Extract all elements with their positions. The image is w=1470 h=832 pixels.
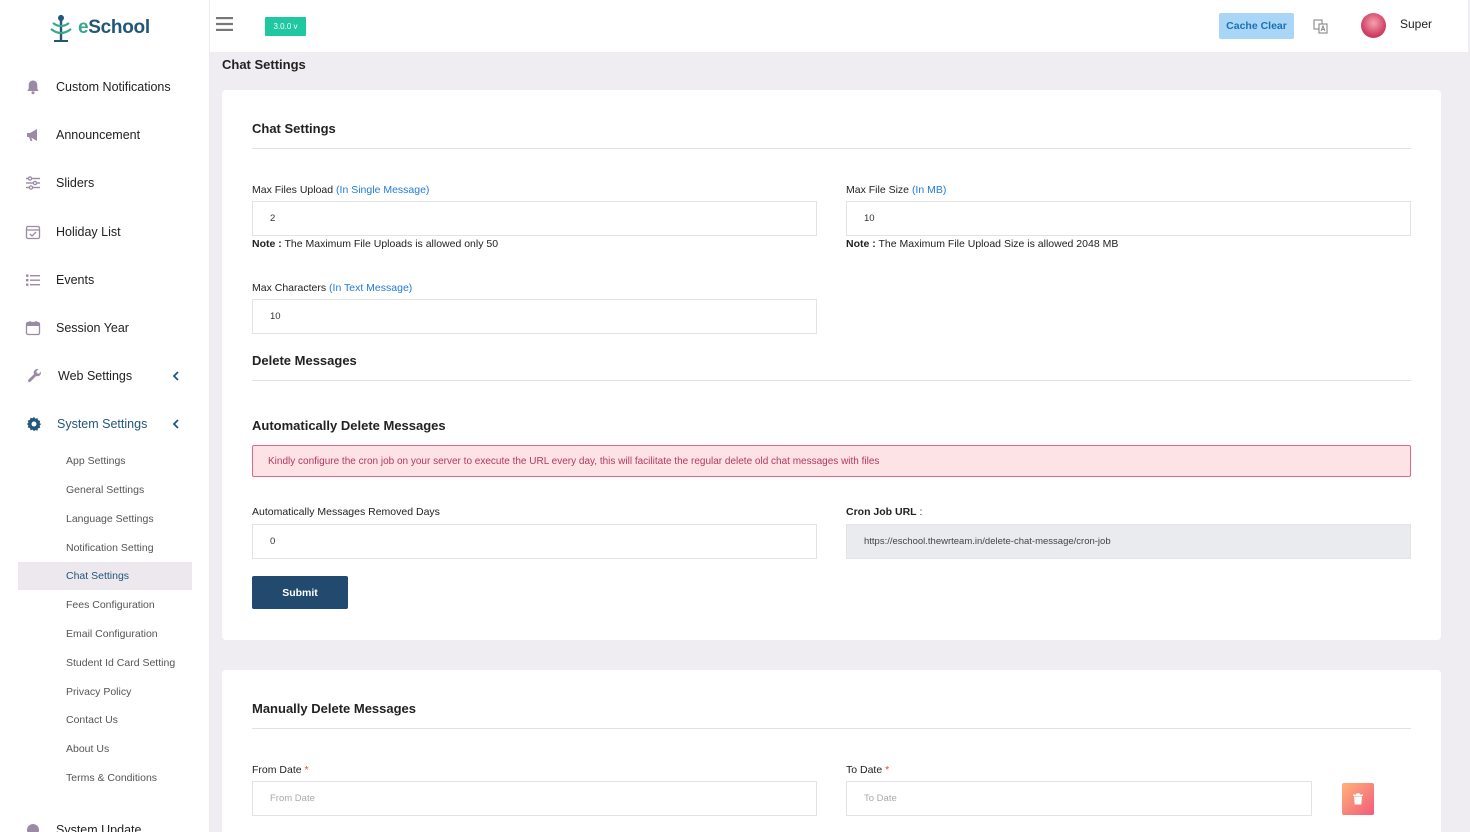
sidebar-item-label: Session Year <box>56 321 129 335</box>
sidebar-item-custom-notifications[interactable]: Custom Notifications <box>24 75 194 99</box>
chat-settings-card: Chat Settings Max Files Upload (In Singl… <box>222 90 1441 640</box>
logo-icon <box>50 15 72 42</box>
sidebar-subitem-contact-us[interactable]: Contact Us <box>18 706 192 734</box>
sliders-icon <box>24 174 42 192</box>
max-characters-input[interactable]: 10 <box>252 299 817 334</box>
sidebar-item-system-settings[interactable]: System Settings <box>24 412 194 436</box>
user-name[interactable]: Super <box>1400 17 1432 31</box>
sidebar-item-system-update[interactable]: System Update <box>24 818 194 832</box>
sidebar-item-label: Holiday List <box>56 225 121 239</box>
sidebar-subitem-privacy-policy[interactable]: Privacy Policy <box>18 678 192 706</box>
bell-icon <box>24 78 42 96</box>
sidebar: eSchool Custom Notifications Announcemen… <box>0 0 210 832</box>
sidebar-item-label: Events <box>56 273 95 287</box>
manual-delete-card: Manually Delete Messages From Date * Fro… <box>222 670 1441 832</box>
sidebar-item-label: Web Settings <box>58 369 133 383</box>
calendar-icon <box>24 319 42 337</box>
chevron-left-icon[interactable] <box>170 370 182 382</box>
to-date-input[interactable]: To Date <box>846 781 1312 816</box>
max-files-label: Max Files Upload (In Single Message) <box>252 184 430 196</box>
max-file-size-label: Max File Size (In MB) <box>846 184 947 196</box>
max-file-size-note: Note : The Maximum File Upload Size is a… <box>846 238 1119 250</box>
wrench-icon <box>26 367 44 385</box>
removed-days-label: Automatically Messages Removed Days <box>252 506 440 518</box>
sidebar-item-label: Announcement <box>56 128 141 142</box>
sidebar-item-label: Sliders <box>56 176 95 190</box>
sidebar-item-label: System Update <box>56 823 142 832</box>
sidebar-subitem-terms-conditions[interactable]: Terms & Conditions <box>18 764 192 792</box>
divider <box>252 728 1411 729</box>
megaphone-icon <box>24 126 42 144</box>
submit-button[interactable]: Submit <box>252 576 348 609</box>
sidebar-item-label: Custom Notifications <box>56 80 171 94</box>
cache-clear-button[interactable]: Cache Clear <box>1219 13 1294 39</box>
sidebar-subitem-email-configuration[interactable]: Email Configuration <box>18 620 192 648</box>
manual-delete-heading: Manually Delete Messages <box>252 701 417 716</box>
max-files-note: Note : The Maximum File Uploads is allow… <box>252 238 499 250</box>
sidebar-subitem-about-us[interactable]: About Us <box>18 735 192 763</box>
calendar-check-icon <box>24 223 42 241</box>
sidebar-item-announcement[interactable]: Announcement <box>24 123 194 147</box>
sidebar-item-events[interactable]: Events <box>24 268 194 292</box>
sidebar-subitem-chat-settings[interactable]: Chat Settings <box>18 562 192 590</box>
delete-messages-heading: Delete Messages <box>252 353 357 368</box>
from-date-label: From Date * <box>252 764 309 776</box>
brand-logo[interactable]: eSchool <box>48 12 150 44</box>
auto-delete-heading: Automatically Delete Messages <box>252 418 446 433</box>
brand-name: eSchool <box>78 17 150 38</box>
avatar[interactable] <box>1361 13 1386 38</box>
removed-days-input[interactable]: 0 <box>252 524 817 559</box>
language-icon[interactable] <box>1313 19 1328 34</box>
sidebar-item-web-settings[interactable]: Web Settings <box>24 364 194 388</box>
update-icon <box>24 821 42 832</box>
to-date-label: To Date * <box>846 764 890 776</box>
max-file-size-input[interactable]: 10 <box>846 201 1411 236</box>
from-date-input[interactable]: From Date <box>252 781 817 816</box>
sidebar-subitem-notification-setting[interactable]: Notification Setting <box>18 534 192 562</box>
max-files-input[interactable]: 2 <box>252 201 817 236</box>
cron-alert: Kindly configure the cron job on your se… <box>252 445 1411 477</box>
version-badge: 3.0.0 v <box>265 17 306 36</box>
sidebar-subitem-general-settings[interactable]: General Settings <box>18 476 192 504</box>
chevron-left-icon[interactable] <box>170 418 182 430</box>
divider <box>252 148 1411 149</box>
sidebar-item-session-year[interactable]: Session Year <box>24 316 194 340</box>
gear-icon <box>25 415 43 433</box>
topbar: 3.0.0 v Cache Clear Super <box>210 0 1468 52</box>
cron-url-label: Cron Job URL : <box>846 506 923 518</box>
sidebar-subitem-language-settings[interactable]: Language Settings <box>18 505 192 533</box>
sidebar-item-sliders[interactable]: Sliders <box>24 171 194 195</box>
divider <box>252 380 1411 381</box>
trash-icon <box>1353 793 1363 805</box>
max-characters-label: Max Characters (In Text Message) <box>252 282 413 294</box>
sidebar-subitem-app-settings[interactable]: App Settings <box>18 447 192 475</box>
page-title: Chat Settings <box>222 57 306 72</box>
menu-icon[interactable] <box>216 17 233 31</box>
list-icon <box>24 271 42 289</box>
delete-button[interactable] <box>1342 783 1374 815</box>
sidebar-item-label: System Settings <box>57 417 148 431</box>
cron-url-field[interactable]: https://eschool.thewrteam.in/delete-chat… <box>846 524 1411 559</box>
sidebar-subitem-student-id-card-setting[interactable]: Student Id Card Setting <box>18 649 192 677</box>
sidebar-item-holiday-list[interactable]: Holiday List <box>24 220 194 244</box>
chat-settings-heading: Chat Settings <box>252 121 336 136</box>
sidebar-subitem-fees-configuration[interactable]: Fees Configuration <box>18 591 192 619</box>
